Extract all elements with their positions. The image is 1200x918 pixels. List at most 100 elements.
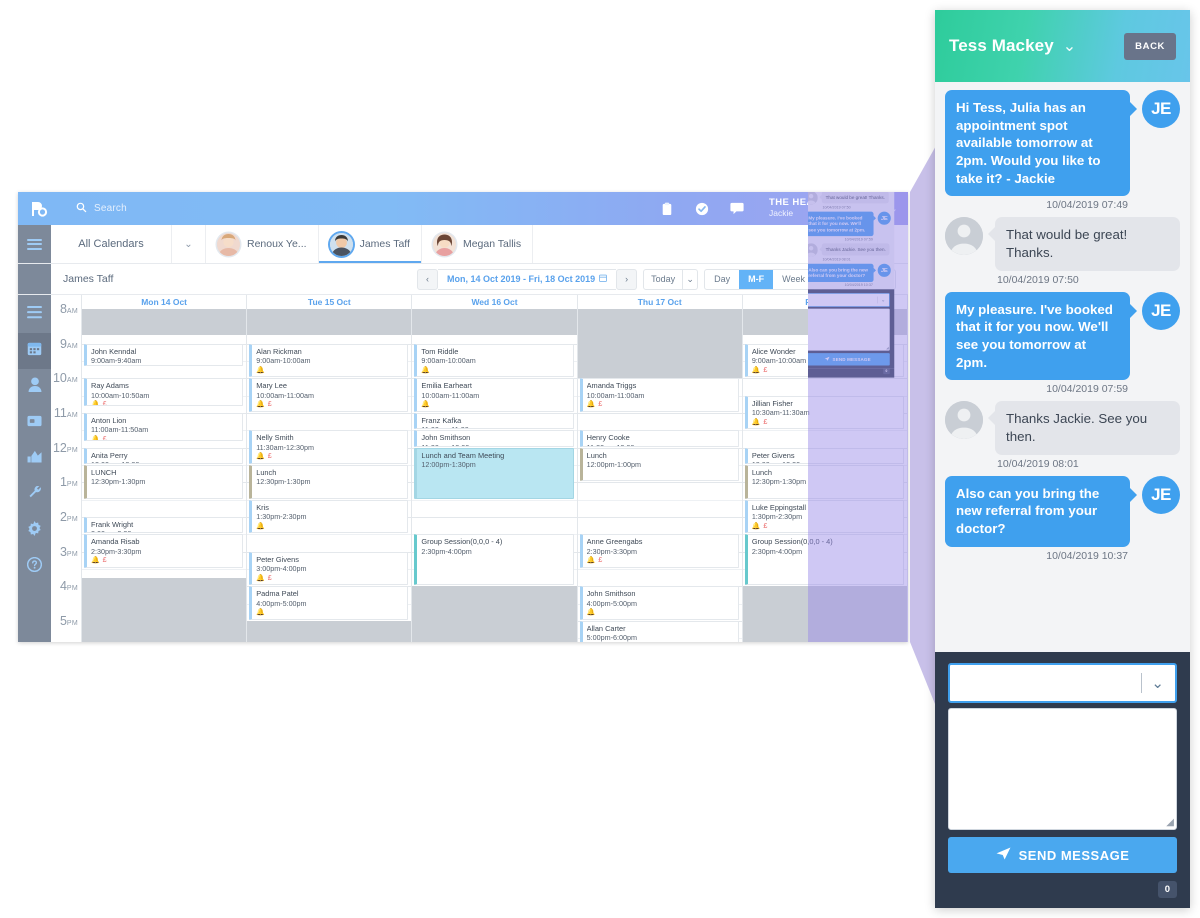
appointment-block[interactable]: John Kenndal9:00am-9:40am🔔£ xyxy=(84,343,244,366)
search-input[interactable]: Search xyxy=(60,200,650,218)
appointment-time: 11:00am-11:30am xyxy=(421,425,572,428)
appointment-block[interactable]: Peter Givens 3:00pm-4:00pm 🔔 £ xyxy=(249,551,409,586)
day-body[interactable]: Alan Rickman 9:00am-10:00am 🔔 Mary Lee 10:00… xyxy=(247,309,412,642)
reminder-bell-icon: 🔔 xyxy=(751,418,761,426)
appointment-block[interactable]: Lunch 12:30pm-1:30pm xyxy=(249,465,409,499)
appointment-block[interactable]: Nelly Smith 11:30am-12:30pm 🔔 £ xyxy=(249,430,409,464)
appointment-block[interactable]: John Smithson 4:00pm-5:00pm 🔔 xyxy=(579,586,739,620)
rail-item-calendar[interactable] xyxy=(18,333,51,369)
rail-item-hamburger-menu[interactable] xyxy=(18,297,51,333)
rail-item-help[interactable] xyxy=(18,549,51,585)
appointment-time: 9:00am-10:00am xyxy=(256,355,311,365)
message-bubble: Hi Tess, Julia has an appointment spot a… xyxy=(945,90,1137,197)
mini-chat-purple-tint xyxy=(808,192,908,642)
appointment-block[interactable]: Padma Patel 4:00pm-5:00pm 🔔 xyxy=(249,586,409,620)
appointment-block[interactable]: Anita Perry12:00pm-12:30pm xyxy=(84,447,244,464)
appointment-block[interactable]: Allan Carter5:00pm-6:00pm🔔£ xyxy=(579,621,739,642)
appointment-block[interactable]: Emilia Earheart 10:00am-11:00am 🔔 xyxy=(414,378,574,412)
hamburger-menu-button[interactable] xyxy=(18,225,51,263)
appointment-name: John Smithson xyxy=(421,433,471,443)
appointment-name: Anton Lion xyxy=(91,416,127,425)
appointment-block[interactable]: Anton Lion 11:00am-11:50am 🔔 £ xyxy=(84,413,244,441)
appointment-time: 4:00pm-5:00pm xyxy=(256,598,307,608)
appointment-block[interactable]: Lunch and Team Meeting 12:00pm-1:30pm xyxy=(414,447,574,499)
day-column[interactable]: Tue 15 Oct Alan Rickman 9:00am-10:00am 🔔 Mar… xyxy=(247,295,413,642)
day-body[interactable]: Tom Riddle 9:00am-10:00am 🔔 Emilia Earheart… xyxy=(412,309,577,642)
appointment-status-icons: 🔔 xyxy=(421,401,572,409)
chevron-down-icon[interactable]: ⌄ xyxy=(1063,36,1076,56)
clipboard-icon[interactable] xyxy=(650,192,685,225)
practitioner-label: Renoux Ye... xyxy=(247,238,307,250)
today-button[interactable]: Today xyxy=(643,268,684,290)
rail-spacer xyxy=(18,264,51,294)
time-hour: 10 xyxy=(52,371,67,386)
time-meridiem: PM xyxy=(66,620,78,627)
appointment-block[interactable]: Kris 1:30pm-2:30pm 🔔 xyxy=(249,499,409,534)
appointment-block[interactable]: Lunch 12:00pm-1:00pm xyxy=(579,447,739,482)
view-mf[interactable]: M-F xyxy=(739,269,774,289)
rail-item-payments[interactable] xyxy=(18,405,51,441)
view-day[interactable]: Day xyxy=(705,270,739,289)
appointment-block[interactable]: Alan Rickman 9:00am-10:00am 🔔 xyxy=(249,343,409,378)
rail-item-patients[interactable] xyxy=(18,369,51,405)
reminder-bell-icon: 🔔 xyxy=(751,366,761,374)
messages-icon[interactable] xyxy=(720,192,755,225)
chevron-down-icon[interactable]: ⌄ xyxy=(172,225,206,263)
avatar-initials: JE xyxy=(1142,475,1180,514)
question-icon xyxy=(26,556,43,577)
send-message-button[interactable]: SEND MESSAGE xyxy=(948,837,1177,873)
appointment-status-icons: 🔔 xyxy=(256,366,407,374)
day-column[interactable]: Mon 14 OctJohn Kenndal9:00am-9:40am🔔£Ray… xyxy=(82,295,248,642)
message-input[interactable]: ◢ xyxy=(948,708,1177,830)
today-dropdown-button[interactable]: ⌄ xyxy=(683,268,699,290)
appointment-status-icons: 🔔 £ xyxy=(91,557,242,565)
all-calendars-selector[interactable]: All Calendars xyxy=(51,225,172,263)
incoming-message: That would be great! Thanks. xyxy=(945,217,1180,271)
payment-pound-icon: £ xyxy=(102,557,107,565)
time-meridiem: PM xyxy=(66,550,78,558)
appointment-block[interactable]: Frank Wright2:00pm-2:30pm xyxy=(84,517,244,534)
time-hour: 8 xyxy=(59,302,67,316)
appointment-block[interactable]: Henry Cooke11:30am-12:00pm xyxy=(579,430,739,447)
back-button[interactable]: BACK xyxy=(1124,32,1176,60)
date-range-label[interactable]: Mon, 14 Oct 2019 - Fri, 18 Oct 2019 xyxy=(438,268,617,290)
appointment-time: 2:00pm-2:30pm xyxy=(91,529,242,532)
pd-logo-icon[interactable] xyxy=(18,200,60,218)
rail-item-settings[interactable] xyxy=(18,513,51,549)
appointment-block[interactable]: Anne Greengabs 2:30pm-3:30pm 🔔 £ xyxy=(579,534,739,568)
next-period-button[interactable]: › xyxy=(616,268,638,290)
resize-grip-icon[interactable]: ◢ xyxy=(1166,817,1174,828)
reminder-bell-icon: 🔔 xyxy=(91,557,100,565)
appointment-time: 5:00pm-6:00pm xyxy=(586,633,637,642)
payment-pound-icon: £ xyxy=(267,453,272,461)
message-list[interactable]: Hi Tess, Julia has an appointment spot a… xyxy=(935,82,1190,652)
grid-line xyxy=(412,499,577,501)
day-body[interactable]: Amanda Triggs 10:00am-11:00am 🔔 £ Henry Cook… xyxy=(577,309,742,642)
appointment-block[interactable]: Group Session(0,0,0 - 4) 2:30pm-4:00pm xyxy=(414,534,574,586)
practitioner-tab-renoux[interactable]: Renoux Ye... xyxy=(206,225,319,263)
reminder-bell-icon: 🔔 xyxy=(256,574,265,582)
tasks-check-icon[interactable] xyxy=(685,192,720,225)
prev-period-button[interactable]: ‹ xyxy=(417,268,439,290)
outgoing-message: My pleasure. I've booked that it for you… xyxy=(945,291,1180,381)
appointment-name: Padma Patel xyxy=(256,589,299,599)
appointment-block[interactable]: Ray Adams 10:00am-10:50am 🔔 £ xyxy=(84,378,244,407)
appointment-block[interactable]: John Smithson11:30am-12:00pm xyxy=(414,430,574,447)
appointment-block[interactable]: LUNCH 12:30pm-1:30pm xyxy=(84,465,244,499)
day-column[interactable]: Thu 17 Oct Amanda Triggs 10:00am-11:00am 🔔 £… xyxy=(577,295,743,642)
rail-item-reports[interactable] xyxy=(18,441,51,477)
appointment-block[interactable]: Mary Lee 10:00am-11:00am 🔔 £ xyxy=(249,378,409,412)
practitioner-tab-megan-tallis[interactable]: Megan Tallis xyxy=(422,225,534,263)
template-select[interactable]: ⌄ xyxy=(948,663,1177,703)
day-column[interactable]: Wed 16 Oct Tom Riddle 9:00am-10:00am 🔔 Emili… xyxy=(412,295,578,642)
rail-item-tools[interactable] xyxy=(18,477,51,513)
appointment-block[interactable]: Amanda Triggs 10:00am-11:00am 🔔 £ xyxy=(579,378,739,412)
appointment-block[interactable]: Amanda Risab 2:30pm-3:30pm 🔔 £ xyxy=(84,534,244,568)
appointment-name: Kris xyxy=(256,502,269,512)
appointment-block[interactable]: Franz Kafka11:00am-11:30am xyxy=(414,413,574,430)
appointment-status-icons: 🔔 xyxy=(256,609,407,617)
appointment-block[interactable]: Tom Riddle 9:00am-10:00am 🔔 xyxy=(414,343,574,378)
payment-pound-icon: £ xyxy=(763,366,768,374)
practitioner-tab-james-taff[interactable]: James Taff xyxy=(319,225,422,263)
day-body[interactable]: John Kenndal9:00am-9:40am🔔£ Ray Adams10:0… xyxy=(82,309,247,642)
